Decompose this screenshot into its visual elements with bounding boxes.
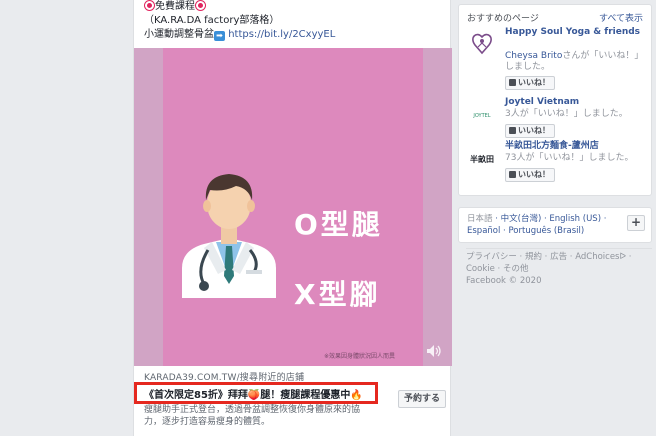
yoga-logo-icon[interactable] (467, 29, 497, 59)
footer-links: プライバシー · 規約 · 広告 · AdChoicesᐅ · Cookie ·… (466, 248, 652, 287)
image-title-x-leg: X型腳 (294, 278, 381, 311)
language-link[interactable]: Português (Brasil) (508, 226, 584, 236)
language-link[interactable]: 中文(台灣) (501, 214, 542, 224)
post-line-1: 免費課程 (155, 1, 195, 12)
page-name[interactable]: 半畝田北方麵食-蘆州店 (505, 141, 645, 152)
thumbs-up-icon (509, 79, 516, 86)
red-circle-icon (145, 1, 154, 10)
like-button[interactable]: いいね！ (505, 124, 555, 138)
image-disclaimer: ※效果因身體狀況因人而異 (324, 353, 396, 360)
peach-icon: 🍑 (247, 390, 261, 401)
fire-icon: 🔥 (350, 390, 363, 401)
language-list: 日本語 · 中文(台灣) · English (US) · Español · … (467, 214, 607, 236)
page-like-info: Cheysa Britoさんが「いいね！」しました。 (505, 51, 644, 72)
right-arrow-icon: ➡ (214, 31, 225, 41)
image-title-o-leg: O型腿 (294, 208, 383, 241)
restaurant-logo-icon[interactable]: 半畝田 (467, 143, 497, 173)
post-line-2: （KA.RA.DA factory部落格） (144, 15, 280, 26)
panel-title: おすすめのページ (467, 14, 539, 24)
terms-link[interactable]: 規約 (525, 252, 542, 262)
thumbs-up-icon (509, 171, 516, 178)
recommended-pages-panel: おすすめのページ すべて表示 Happy Soul Yoga & friends… (458, 4, 652, 196)
thumbs-up-icon (509, 127, 516, 134)
post-text: 免費課程 （KA.RA.DA factory部落格） 小運動調整骨盆 ➡ http… (144, 0, 335, 42)
joytel-logo-icon[interactable]: JOYTEL (467, 99, 497, 129)
book-button[interactable]: 予約する (398, 390, 446, 408)
page-like-info: 3人が「いいね！」しました。 (505, 109, 628, 119)
red-circle-icon (196, 1, 205, 10)
page-like-info: 73人が「いいね！」しました。 (505, 153, 634, 163)
current-language: 日本語 (467, 214, 493, 224)
like-button[interactable]: いいね！ (505, 76, 555, 90)
see-all-link[interactable]: すべて表示 (599, 11, 643, 24)
language-link[interactable]: Español (467, 226, 500, 236)
post-link[interactable]: https://bit.ly/2CxyyEL (228, 29, 335, 40)
privacy-link[interactable]: プライバシー (466, 252, 517, 262)
copyright: Facebook © 2020 (466, 276, 542, 286)
svg-text:半畝田: 半畝田 (470, 154, 494, 164)
language-panel: 日本語 · 中文(台灣) · English (US) · Español · … (458, 207, 652, 243)
footer-divider (466, 248, 652, 249)
page-name[interactable]: Happy Soul Yoga & friends (505, 27, 645, 38)
post-line-3: 小運動調整骨盆 (144, 29, 214, 40)
ads-link[interactable]: 広告 (550, 252, 567, 262)
like-button[interactable]: いいね！ (505, 168, 555, 182)
ad-image[interactable]: O型腿 X型腳 ※效果因身體狀況因人而異 (134, 48, 452, 366)
speaker-icon[interactable] (426, 344, 442, 358)
doctor-illustration (182, 174, 276, 298)
sponsored-post: 免費課程 （KA.RA.DA factory部落格） 小運動調整骨盆 ➡ http… (133, 0, 452, 436)
adchoices-link[interactable]: AdChoices (575, 252, 619, 262)
add-language-button[interactable]: + (627, 215, 645, 231)
ad-headline[interactable]: 《首次限定85折》拜拜🍑腿！瘦腿課程優惠中🔥 (144, 386, 363, 401)
adchoices-icon: ᐅ (619, 252, 627, 262)
page-name[interactable]: Joytel Vietnam (505, 97, 645, 108)
language-link[interactable]: English (US) (549, 214, 601, 224)
more-link[interactable]: その他 (503, 264, 529, 274)
cookie-link[interactable]: Cookie (466, 264, 495, 274)
ad-description: 瘦腿助手正式登台，透過骨盆調整恢復你身體原來的協力，逐步打造容易瘦身的體質。 (144, 405, 361, 427)
svg-text:JOYTEL: JOYTEL (472, 113, 490, 119)
